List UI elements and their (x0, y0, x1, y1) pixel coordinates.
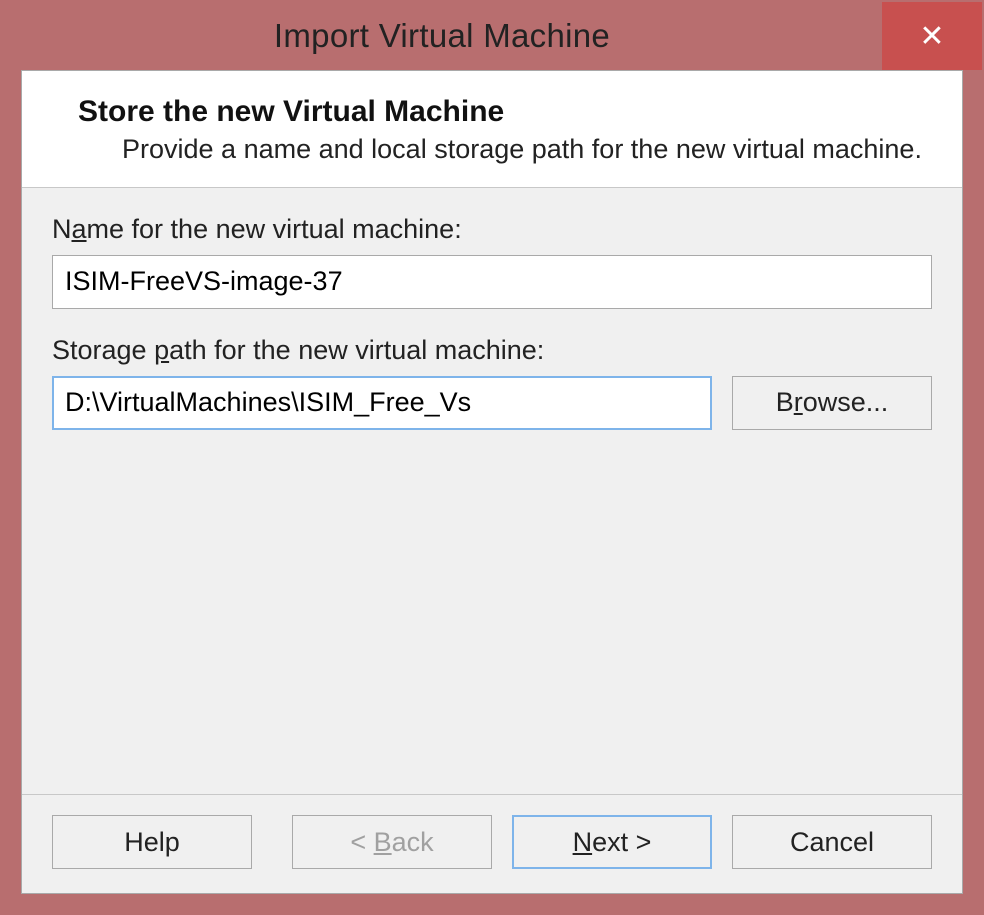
client-area: Store the new Virtual Machine Provide a … (21, 70, 963, 894)
vm-name-label: Name for the new virtual machine: (52, 214, 932, 245)
close-icon: ✕ (919, 19, 944, 54)
cancel-button[interactable]: Cancel (732, 815, 932, 869)
close-button[interactable]: ✕ (882, 2, 982, 70)
help-button[interactable]: Help (52, 815, 252, 869)
wizard-body: Name for the new virtual machine: Storag… (22, 188, 962, 795)
page-subtitle: Provide a name and local storage path fo… (122, 133, 922, 167)
vm-name-input[interactable] (52, 255, 932, 309)
titlebar: Import Virtual Machine ✕ (2, 2, 982, 70)
browse-button[interactable]: Browse... (732, 376, 932, 430)
page-title: Store the new Virtual Machine (78, 95, 922, 129)
storage-path-label: Storage path for the new virtual machine… (52, 335, 932, 366)
wizard-footer: Help < Back Next > Cancel (22, 795, 962, 893)
next-button[interactable]: Next > (512, 815, 712, 869)
storage-path-input[interactable] (52, 376, 712, 430)
import-vm-dialog: Import Virtual Machine ✕ Store the new V… (0, 0, 984, 915)
back-button: < Back (292, 815, 492, 869)
window-title: Import Virtual Machine (2, 2, 882, 70)
wizard-header: Store the new Virtual Machine Provide a … (22, 71, 962, 188)
